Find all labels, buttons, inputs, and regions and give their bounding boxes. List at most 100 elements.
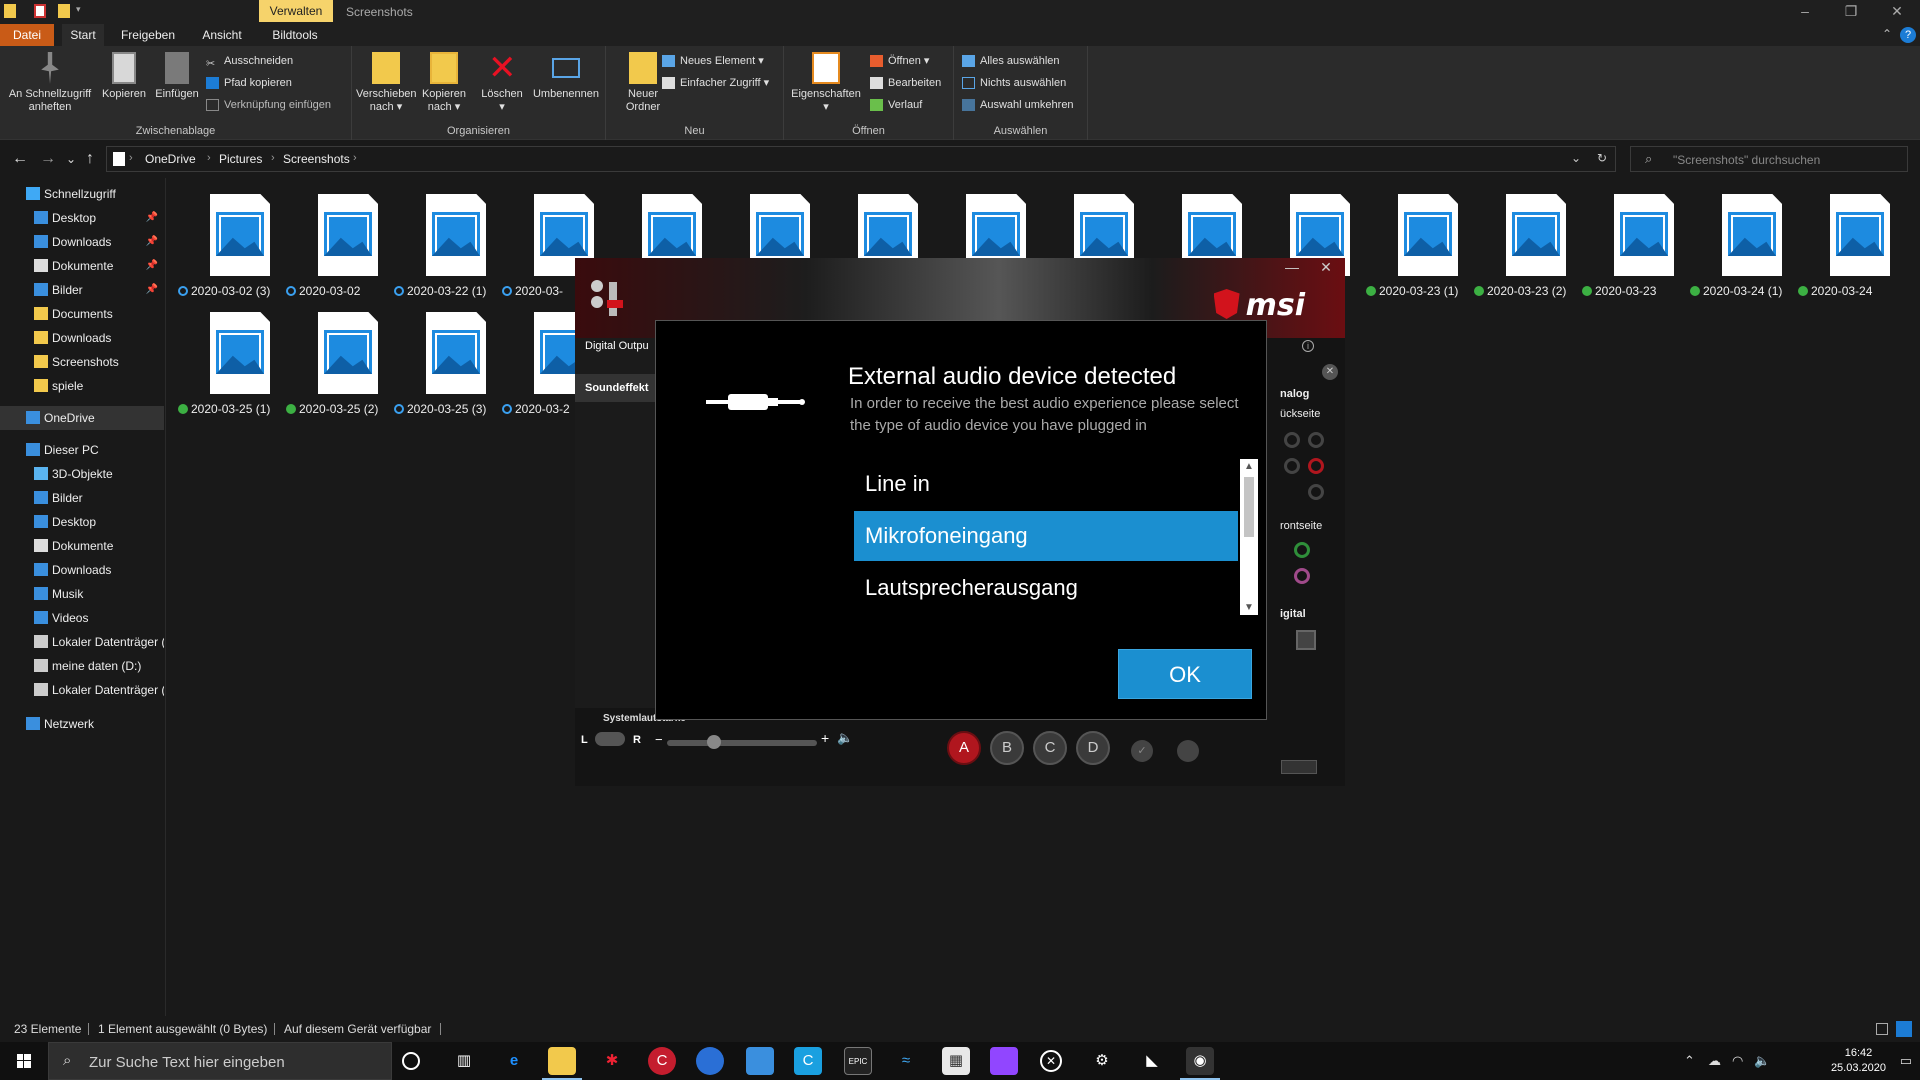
checkmark-icon[interactable]: ✓	[1131, 740, 1153, 762]
recent-locations-button[interactable]: ⌄	[66, 152, 76, 166]
paste-button[interactable]: Einfügen	[150, 52, 204, 101]
sidebar-item-musik[interactable]: Musik	[0, 582, 164, 606]
scroll-thumb[interactable]	[1244, 477, 1254, 537]
sidebar-item-schnellzugriff[interactable]: Schnellzugriff	[0, 182, 164, 206]
maximize-button[interactable]: ❐	[1828, 0, 1874, 22]
xbox-icon[interactable]: ✕	[1040, 1050, 1062, 1072]
settings-x-icon[interactable]: ✕	[1322, 364, 1338, 380]
tab-ansicht[interactable]: Ansicht	[192, 24, 252, 46]
msi-digital-output-tab[interactable]: Digital Outpu	[575, 340, 661, 352]
jack-icon[interactable]	[1284, 458, 1300, 474]
epic-games-icon[interactable]: EPIC	[844, 1047, 872, 1075]
messenger-icon[interactable]	[696, 1047, 724, 1075]
file-item[interactable]: 2020-03-24	[1798, 178, 1902, 298]
file-item[interactable]: 2020-03-02	[286, 178, 390, 298]
copy-path-button[interactable]: Pfad kopieren	[206, 74, 292, 92]
close-button[interactable]: ✕	[1874, 0, 1920, 22]
sidebar-item-netzwerk[interactable]: Netzwerk	[0, 712, 164, 736]
forward-button[interactable]: →	[40, 150, 56, 168]
profile-a-button[interactable]: A	[947, 731, 981, 765]
task-view-icon[interactable]: ▥	[450, 1047, 478, 1075]
minimize-button[interactable]: –	[1782, 0, 1828, 22]
store-icon[interactable]: ▦	[942, 1047, 970, 1075]
large-icons-view-icon[interactable]	[1896, 1021, 1912, 1037]
info-icon[interactable]: i	[1302, 340, 1314, 352]
volume-icon[interactable]: 🔈	[1754, 1053, 1770, 1069]
sidebar-item-downloads[interactable]: Downloads 📌	[0, 230, 164, 254]
pin-icon[interactable]: 📌	[146, 206, 158, 230]
jack-green-icon[interactable]	[1294, 542, 1310, 558]
properties-icon[interactable]	[34, 4, 46, 18]
invert-selection-button[interactable]: Auswahl umkehren	[962, 96, 1074, 114]
list-scrollbar[interactable]: ▲ ▼	[1240, 459, 1258, 615]
option-lautsprecherausgang[interactable]: Lautsprecherausgang	[854, 563, 1238, 613]
paste-shortcut-button[interactable]: Verknüpfung einfügen	[206, 96, 331, 114]
open-button[interactable]: Öffnen ▾	[870, 52, 929, 70]
new-folder-icon[interactable]	[58, 4, 70, 18]
file-item[interactable]: 2020-03-25 (1)	[178, 296, 282, 416]
ok-button[interactable]: OK	[1118, 649, 1252, 699]
breadcrumb-pictures[interactable]: Pictures	[219, 152, 262, 166]
volume-slider-knob[interactable]	[707, 735, 721, 749]
up-button[interactable]: ↑	[86, 150, 94, 168]
cut-button[interactable]: ✂ Ausschneiden	[206, 52, 293, 70]
sidebar-item-downloads[interactable]: Downloads	[0, 326, 164, 350]
msi-audio-taskbar-icon[interactable]: ◉	[1186, 1047, 1214, 1075]
msi-minimize-button[interactable]: —	[1275, 258, 1309, 278]
sidebar-item-onedrive[interactable]: OneDrive	[0, 406, 164, 430]
easy-access-button[interactable]: Einfacher Zugriff ▾	[662, 74, 769, 92]
select-none-button[interactable]: Nichts auswählen	[962, 74, 1066, 92]
speaker-icon[interactable]: 🔈	[837, 730, 853, 746]
properties-button[interactable]: Eigenschaften ▾	[790, 52, 862, 114]
quick-access-dropdown-icon[interactable]: ▾	[76, 4, 88, 18]
select-all-button[interactable]: Alles auswählen	[962, 52, 1060, 70]
refresh-icon[interactable]: ↻	[1597, 151, 1607, 165]
sidebar-item-spiele[interactable]: spiele	[0, 374, 164, 398]
copy-button[interactable]: Kopieren	[96, 52, 152, 101]
breadcrumb-onedrive[interactable]: OneDrive	[145, 152, 196, 166]
edit-button[interactable]: Bearbeiten	[870, 74, 941, 92]
address-dropdown-icon[interactable]: ⌄	[1571, 151, 1581, 165]
volume-minus-button[interactable]: −	[655, 732, 663, 747]
volume-slider[interactable]	[667, 735, 817, 749]
app-icon-red-claw[interactable]: ✱	[598, 1047, 626, 1075]
file-item[interactable]: 2020-03-24 (1)	[1690, 178, 1794, 298]
tab-datei[interactable]: Datei	[0, 24, 54, 46]
file-item[interactable]: 2020-03-25 (2)	[286, 296, 390, 416]
sidebar-item-lokaler-datentr-ger[interactable]: Lokaler Datenträger (	[0, 630, 164, 654]
file-item[interactable]: 2020-03-23 (2)	[1474, 178, 1578, 298]
scroll-down-icon[interactable]: ▼	[1240, 602, 1258, 613]
search-input[interactable]: ⌕ "Screenshots" durchsuchen	[1630, 146, 1908, 172]
msi-soundeffect-tab[interactable]: Soundeffekt	[575, 374, 661, 402]
sidebar-item-screenshots[interactable]: Screenshots	[0, 350, 164, 374]
cortana-icon[interactable]	[402, 1052, 420, 1070]
sidebar-item-bilder[interactable]: Bilder 📌	[0, 278, 164, 302]
jack-icon[interactable]	[1284, 432, 1300, 448]
scroll-up-icon[interactable]: ▲	[1240, 461, 1258, 472]
file-item[interactable]: 2020-03-25 (3)	[394, 296, 498, 416]
move-to-button[interactable]: Verschieben nach ▾	[356, 52, 417, 114]
app-icon-blue-box[interactable]	[746, 1047, 774, 1075]
context-tab-verwalten[interactable]: Verwalten	[259, 0, 333, 22]
tools-icon[interactable]	[1281, 760, 1317, 774]
edge-browser-icon[interactable]: e	[500, 1047, 528, 1075]
option-line-in[interactable]: Line in	[854, 459, 1238, 509]
breadcrumb-screenshots[interactable]: Screenshots	[283, 152, 350, 166]
file-explorer-icon[interactable]	[548, 1047, 576, 1075]
sidebar-item-bilder[interactable]: Bilder	[0, 486, 164, 510]
jack-icon[interactable]	[1308, 432, 1324, 448]
file-item[interactable]: 2020-03-23	[1582, 178, 1686, 298]
history-button[interactable]: Verlauf	[870, 96, 922, 114]
sidebar-item-desktop[interactable]: Desktop 📌	[0, 206, 164, 230]
tray-chevron-icon[interactable]: ⌃	[1684, 1053, 1695, 1069]
notification-icon[interactable]: ▭	[1900, 1053, 1912, 1069]
spdif-port-icon[interactable]	[1296, 630, 1316, 650]
jack-icon[interactable]	[1308, 484, 1324, 500]
address-input[interactable]: › OneDrive › Pictures › Screenshots › ⌄ …	[106, 146, 1616, 172]
settings-gear-icon[interactable]: ⚙	[1088, 1047, 1116, 1075]
profile-c-button[interactable]: C	[1033, 731, 1067, 765]
copy-to-button[interactable]: Kopieren nach ▾	[416, 52, 472, 114]
sidebar-item-videos[interactable]: Videos	[0, 606, 164, 630]
ccleaner-icon[interactable]: C	[648, 1047, 676, 1075]
twitch-icon[interactable]	[990, 1047, 1018, 1075]
